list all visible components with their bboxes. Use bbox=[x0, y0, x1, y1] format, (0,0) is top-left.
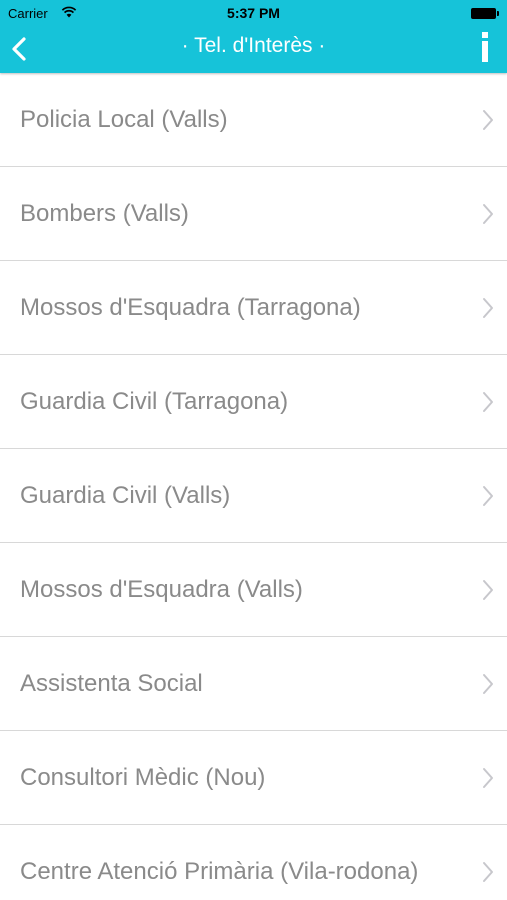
list-item-label: Consultori Mèdic (Nou) bbox=[20, 763, 266, 791]
status-time: 5:37 PM bbox=[227, 5, 280, 21]
list-item[interactable]: Centre Atenció Primària (Vila-rodona) bbox=[0, 825, 507, 900]
chevron-right-icon bbox=[483, 391, 493, 412]
list-item-label: Assistenta Social bbox=[20, 669, 203, 697]
header: Carrier 5:37 PM · Tel. d'Interès · bbox=[0, 0, 507, 73]
battery-icon bbox=[471, 8, 499, 19]
status-bar: Carrier 5:37 PM bbox=[0, 0, 507, 28]
list-item-label: Centre Atenció Primària (Vila-rodona) bbox=[20, 857, 419, 885]
chevron-right-icon bbox=[483, 485, 493, 506]
list-item[interactable]: Consultori Mèdic (Nou) bbox=[0, 731, 507, 825]
list-item-label: Mossos d'Esquadra (Tarragona) bbox=[20, 293, 361, 321]
chevron-right-icon bbox=[483, 203, 493, 224]
contact-list: Policia Local (Valls) Bombers (Valls) Moss… bbox=[0, 73, 507, 900]
list-item-label: Guardia Civil (Tarragona) bbox=[20, 387, 289, 415]
chevron-right-icon bbox=[483, 109, 493, 130]
list-item[interactable]: Guardia Civil (Valls) bbox=[0, 449, 507, 543]
list-item-label: Policia Local (Valls) bbox=[20, 105, 228, 133]
list-item[interactable]: Policia Local (Valls) bbox=[0, 73, 507, 167]
list-item[interactable]: Guardia Civil (Tarragona) bbox=[0, 355, 507, 449]
page-title: · Tel. d'Interès · bbox=[181, 34, 326, 57]
list-item-label: Bombers (Valls) bbox=[20, 199, 189, 227]
chevron-right-icon bbox=[483, 861, 493, 882]
chevron-right-icon bbox=[483, 673, 493, 694]
list-item[interactable]: Assistenta Social bbox=[0, 637, 507, 731]
list-item-label: Mossos d'Esquadra (Valls) bbox=[20, 575, 303, 603]
info-icon[interactable] bbox=[477, 28, 493, 68]
list-item-label: Guardia Civil (Valls) bbox=[20, 481, 231, 509]
chevron-right-icon bbox=[483, 579, 493, 600]
list-item[interactable]: Bombers (Valls) bbox=[0, 167, 507, 261]
list-item[interactable]: Mossos d'Esquadra (Valls) bbox=[0, 543, 507, 637]
nav-bar: · Tel. d'Interès · bbox=[0, 28, 507, 73]
list-item[interactable]: Mossos d'Esquadra (Tarragona) bbox=[0, 261, 507, 355]
chevron-right-icon bbox=[483, 297, 493, 318]
chevron-right-icon bbox=[483, 767, 493, 788]
